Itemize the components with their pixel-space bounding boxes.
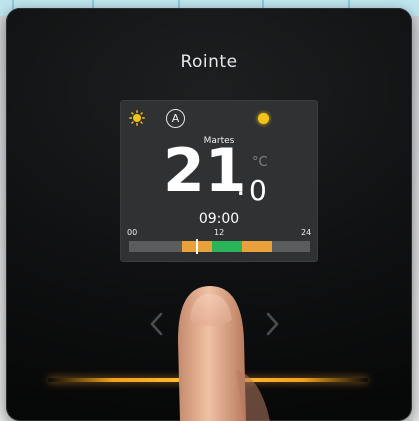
- timeline-segment: [129, 241, 182, 252]
- current-time: 09:00: [198, 211, 240, 227]
- temperature-unit: °C: [252, 155, 268, 170]
- thermostat-screen: A Martes °C 21 . 0 09:00 00 12 24: [121, 101, 317, 261]
- timeline-tick-end: 24: [301, 228, 312, 237]
- timeline-cursor: [195, 239, 198, 254]
- timeline-segment: [211, 241, 243, 252]
- temperature-separator: .: [236, 168, 246, 203]
- schedule-timeline: [129, 241, 310, 252]
- temperature-integer: 21: [163, 136, 247, 206]
- temperature-decimal: 0: [249, 174, 267, 207]
- sun-icon: [129, 110, 145, 126]
- photo-scene: Rointe A Martes °C 21 . 0 09:00 00 12 24: [0, 0, 419, 421]
- status-dot-icon: [258, 113, 269, 124]
- auto-mode-icon: A: [166, 109, 185, 128]
- timeline-tick-mid: 12: [214, 228, 225, 237]
- brand-logo: Rointe: [180, 52, 238, 72]
- finger-image: [178, 286, 270, 421]
- timeline-segment: [242, 241, 273, 252]
- timeline-tick-start: 00: [127, 228, 138, 237]
- timeline-segment: [272, 241, 310, 252]
